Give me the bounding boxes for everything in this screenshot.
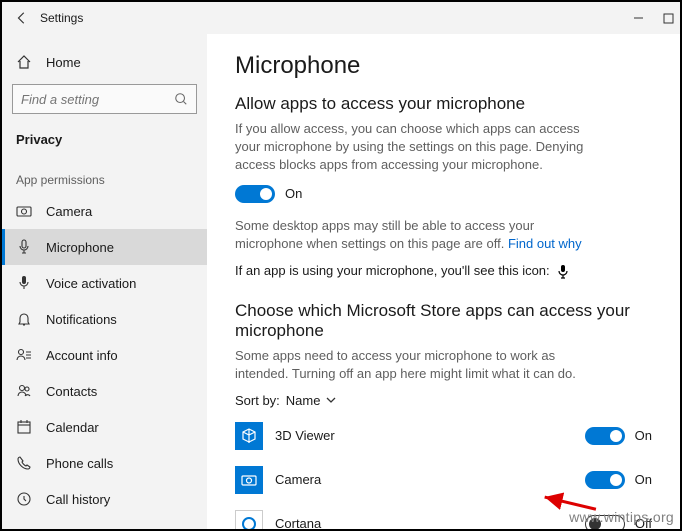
app-toggle-label: On <box>635 428 652 443</box>
sidebar-item-label: Call history <box>46 492 110 507</box>
sidebar-item-label: Notifications <box>46 312 117 327</box>
page-title: Microphone <box>235 52 652 80</box>
app-name: Camera <box>275 472 573 487</box>
minimize-button[interactable] <box>632 12 644 24</box>
sidebar: Home Privacy App permissions Camera Micr… <box>2 34 207 529</box>
master-toggle-label: On <box>285 186 302 201</box>
sidebar-item-label: Calendar <box>46 420 99 435</box>
master-toggle[interactable] <box>235 185 275 203</box>
desktop-note: Some desktop apps may still be able to a… <box>235 217 595 253</box>
titlebar: Settings <box>2 2 680 34</box>
sidebar-item-label: Email <box>46 528 79 530</box>
sidebar-item-label: Contacts <box>46 384 97 399</box>
section2-heading: Choose which Microsoft Store apps can ac… <box>235 301 652 341</box>
sidebar-item-label: Voice activation <box>46 276 136 291</box>
app-tile-icon <box>235 510 263 529</box>
sort-label: Sort by: <box>235 393 280 408</box>
sidebar-item-voice-activation[interactable]: Voice activation <box>2 265 207 301</box>
app-tile-icon <box>235 466 263 494</box>
window-title: Settings <box>40 11 83 25</box>
home-icon <box>16 54 32 70</box>
sidebar-item-email[interactable]: Email <box>2 517 207 529</box>
app-tile-icon <box>235 422 263 450</box>
sort-value: Name <box>286 393 321 408</box>
home-nav[interactable]: Home <box>2 44 207 80</box>
history-icon <box>16 491 32 507</box>
app-toggle[interactable] <box>585 471 625 489</box>
app-name: Cortana <box>275 516 573 529</box>
back-button[interactable] <box>10 6 34 30</box>
sidebar-item-label: Phone calls <box>46 456 113 471</box>
contacts-icon <box>16 383 32 399</box>
sidebar-item-label: Microphone <box>46 240 114 255</box>
sidebar-item-contacts[interactable]: Contacts <box>2 373 207 409</box>
app-toggle-label: On <box>635 472 652 487</box>
section2-body: Some apps need to access your microphone… <box>235 347 595 383</box>
microphone-indicator-icon <box>557 265 569 279</box>
search-icon <box>174 92 188 106</box>
chevron-down-icon <box>326 395 336 405</box>
search-box[interactable] <box>12 84 197 114</box>
sidebar-heading: Privacy <box>2 124 207 157</box>
sidebar-item-call-history[interactable]: Call history <box>2 481 207 517</box>
voice-icon <box>16 275 32 291</box>
arrow-left-icon <box>15 11 29 25</box>
window-controls <box>632 2 674 34</box>
microphone-icon <box>16 239 32 255</box>
account-icon <box>16 347 32 363</box>
find-out-why-link[interactable]: Find out why <box>508 236 582 251</box>
app-row-3d-viewer: 3D Viewer On <box>235 414 652 458</box>
sidebar-item-phone-calls[interactable]: Phone calls <box>2 445 207 481</box>
section1-heading: Allow apps to access your microphone <box>235 94 652 114</box>
inuse-note: If an app is using your microphone, you'… <box>235 263 652 279</box>
sidebar-item-label: Camera <box>46 204 92 219</box>
app-row-camera: Camera On <box>235 458 652 502</box>
sort-row[interactable]: Sort by: Name <box>235 393 652 408</box>
content: Microphone Allow apps to access your mic… <box>207 34 680 529</box>
bell-icon <box>16 311 32 327</box>
camera-icon <box>16 203 32 219</box>
calendar-icon <box>16 419 32 435</box>
workspace: Home Privacy App permissions Camera Micr… <box>2 34 680 529</box>
sidebar-item-camera[interactable]: Camera <box>2 193 207 229</box>
sidebar-item-account-info[interactable]: Account info <box>2 337 207 373</box>
sidebar-item-notifications[interactable]: Notifications <box>2 301 207 337</box>
home-label: Home <box>46 55 81 70</box>
watermark: www.wintips.org <box>569 509 674 525</box>
sidebar-item-microphone[interactable]: Microphone <box>2 229 207 265</box>
app-toggle[interactable] <box>585 427 625 445</box>
email-icon <box>16 527 32 529</box>
sidebar-item-label: Account info <box>46 348 118 363</box>
section1-body: If you allow access, you can choose whic… <box>235 120 595 175</box>
master-toggle-row: On <box>235 185 652 203</box>
maximize-button[interactable] <box>662 12 674 24</box>
app-name: 3D Viewer <box>275 428 573 443</box>
phone-icon <box>16 455 32 471</box>
sidebar-item-calendar[interactable]: Calendar <box>2 409 207 445</box>
search-input[interactable] <box>21 92 161 107</box>
sidebar-subheading: App permissions <box>2 157 207 193</box>
